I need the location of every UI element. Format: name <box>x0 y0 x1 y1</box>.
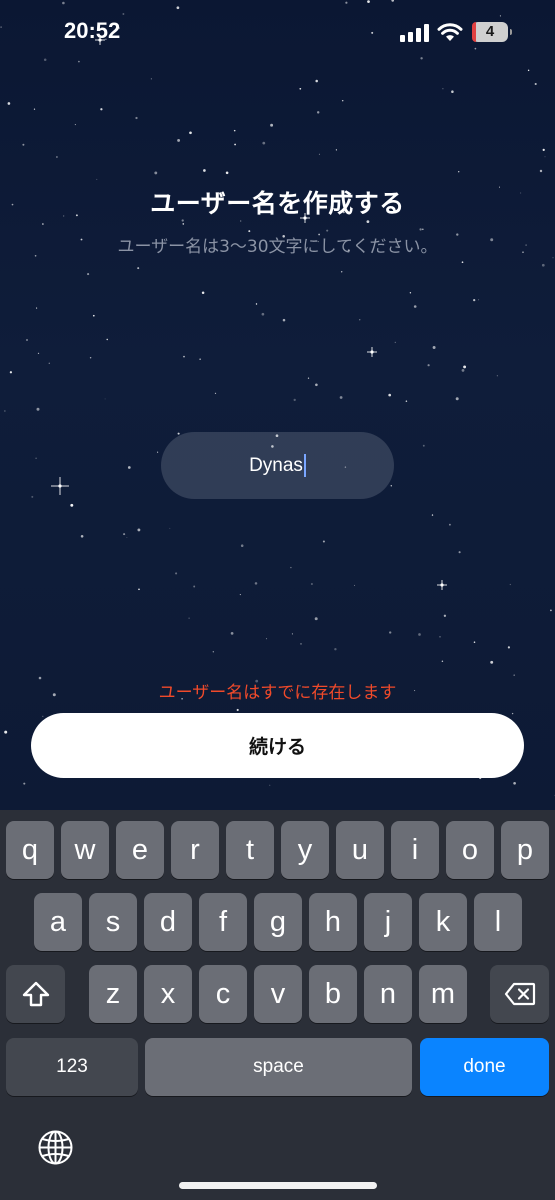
cellular-signal-icon <box>400 24 429 42</box>
key-o[interactable]: o <box>446 821 494 879</box>
username-hint: ユーザー名は3〜30文字にしてください。 <box>117 237 438 257</box>
key-z[interactable]: z <box>89 965 137 1023</box>
backspace-icon <box>504 982 535 1006</box>
key-l[interactable]: l <box>474 893 522 951</box>
wifi-icon <box>437 23 463 41</box>
username-error-message: ユーザー名はすでに存在します <box>158 683 397 703</box>
globe-icon[interactable] <box>37 1129 74 1166</box>
key-q[interactable]: q <box>6 821 54 879</box>
key-a[interactable]: a <box>34 893 82 951</box>
numbers-key[interactable]: 123 <box>6 1038 138 1096</box>
page-title: ユーザー名を作成する <box>150 189 405 218</box>
key-w[interactable]: w <box>61 821 109 879</box>
username-input[interactable]: Dynas <box>161 432 394 499</box>
space-key[interactable]: space <box>145 1038 412 1096</box>
status-time: 20:52 <box>64 18 121 43</box>
key-c[interactable]: c <box>199 965 247 1023</box>
continue-button[interactable]: 続ける <box>31 713 524 778</box>
key-p[interactable]: p <box>501 821 549 879</box>
key-t[interactable]: t <box>226 821 274 879</box>
shift-icon <box>22 981 49 1007</box>
key-y[interactable]: y <box>281 821 329 879</box>
key-h[interactable]: h <box>309 893 357 951</box>
key-f[interactable]: f <box>199 893 247 951</box>
shift-key[interactable] <box>6 965 65 1023</box>
status-bar: 20:52 4 <box>0 0 555 66</box>
key-d[interactable]: d <box>144 893 192 951</box>
done-key[interactable]: done <box>420 1038 549 1096</box>
key-x[interactable]: x <box>144 965 192 1023</box>
key-n[interactable]: n <box>364 965 412 1023</box>
key-u[interactable]: u <box>336 821 384 879</box>
key-s[interactable]: s <box>89 893 137 951</box>
key-m[interactable]: m <box>419 965 467 1023</box>
key-b[interactable]: b <box>309 965 357 1023</box>
home-indicator <box>179 1182 377 1189</box>
battery-level: 4 <box>485 23 495 40</box>
text-cursor <box>303 454 306 477</box>
key-r[interactable]: r <box>171 821 219 879</box>
key-v[interactable]: v <box>254 965 302 1023</box>
delete-key[interactable] <box>490 965 549 1023</box>
key-e[interactable]: e <box>116 821 164 879</box>
username-input-value: Dynas <box>249 454 303 476</box>
battery-icon: 4 <box>472 22 512 42</box>
key-j[interactable]: j <box>364 893 412 951</box>
key-i[interactable]: i <box>391 821 439 879</box>
key-k[interactable]: k <box>419 893 467 951</box>
key-g[interactable]: g <box>254 893 302 951</box>
